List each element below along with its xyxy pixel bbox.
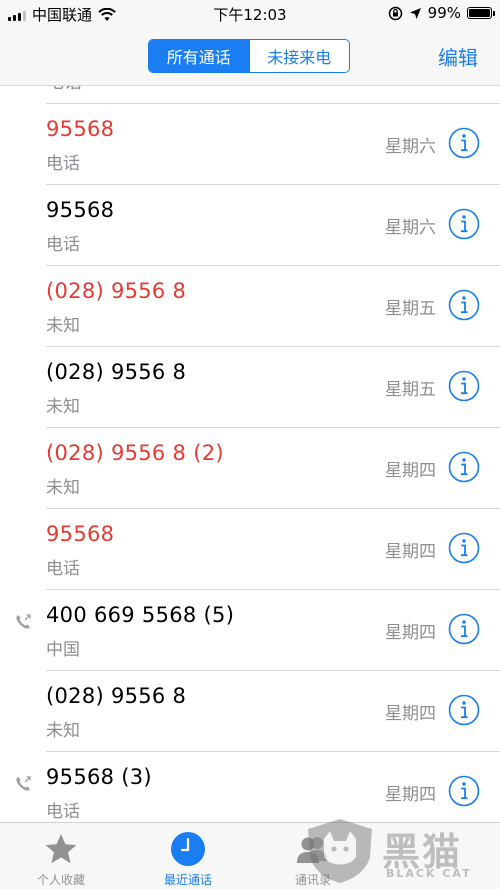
watermark-sub: BLACK CAT: [386, 867, 472, 880]
call-day: 星期六: [385, 218, 436, 238]
caller-label: 中国: [46, 640, 80, 660]
call-filter-segmented-control: 所有通话 未接来电: [148, 39, 350, 73]
info-icon[interactable]: [448, 532, 480, 564]
battery-icon: [467, 7, 495, 19]
caller-label: 电话: [46, 154, 80, 174]
caller-name: (028) 9556 8: [46, 279, 187, 303]
tab-recents[interactable]: 最近通话: [133, 823, 243, 889]
info-icon[interactable]: [448, 127, 480, 159]
tab-recents-label: 最近通话: [163, 873, 212, 887]
clock-icon: [171, 832, 205, 866]
black-cat-shield-logo: [308, 819, 372, 883]
call-day: 星期六: [385, 137, 436, 157]
caller-name: 400 669 5568 (5): [46, 603, 235, 627]
tab-bar: 个人收藏 最近通话 通讯录 黑猫 BLACK CAT: [0, 819, 500, 889]
call-row[interactable]: (028) 9556 8 (2) 未知 星期四: [0, 428, 500, 509]
caller-name: (028) 9556 8 (2): [46, 441, 224, 465]
outgoing-call-icon: [16, 776, 31, 791]
segment-all-calls[interactable]: 所有通话: [149, 40, 249, 72]
call-day: 星期四: [385, 623, 436, 643]
call-day: 星期四: [385, 461, 436, 481]
call-row[interactable]: 95568 电话 星期六: [0, 104, 500, 185]
caller-label: 电话: [46, 559, 80, 579]
info-icon[interactable]: [448, 694, 480, 726]
tab-favorites-label: 个人收藏: [36, 873, 85, 887]
call-day: 星期四: [385, 785, 436, 805]
info-icon[interactable]: [448, 370, 480, 402]
segment-missed-calls[interactable]: 未接来电: [248, 40, 349, 72]
caller-label: 电话: [46, 235, 80, 255]
star-icon: [45, 834, 77, 864]
edit-button[interactable]: 编辑: [438, 42, 478, 71]
caller-name: 95568: [46, 117, 115, 141]
battery-percent: 99%: [427, 4, 461, 22]
rotation-lock-icon: [388, 6, 402, 20]
outgoing-call-icon: [16, 614, 31, 629]
caller-label: 未知: [46, 478, 80, 498]
status-right: 99%: [388, 4, 495, 22]
caller-label: 未知: [46, 397, 80, 417]
call-row[interactable]: (028) 9556 8 未知 星期五: [0, 347, 500, 428]
caller-name: 95568: [46, 198, 115, 222]
call-day: 星期四: [385, 704, 436, 724]
caller-label: 未知: [46, 721, 80, 741]
info-icon[interactable]: [448, 775, 480, 807]
call-row[interactable]: (028) 9556 8 未知 星期四: [0, 671, 500, 752]
info-icon[interactable]: [448, 208, 480, 240]
caller-label: 未知: [46, 316, 80, 336]
recent-calls-list[interactable]: 电话 95568电话星期六95568电话星期六(028) 9556 8未知星期五…: [0, 86, 500, 822]
watermark: 黑猫 BLACK CAT: [304, 817, 494, 887]
call-row[interactable]: 400 669 5568 (5) 中国 星期四: [0, 590, 500, 671]
phone-screen: 中国联通 下午12:03 99% 所有通话 未接来电 编辑 95568 电话 星…: [0, 0, 500, 889]
info-icon[interactable]: [448, 289, 480, 321]
call-day: 星期五: [385, 299, 436, 319]
partial-caller-label: 电话: [46, 86, 82, 94]
caller-name: 95568: [46, 522, 115, 546]
caller-name: (028) 9556 8: [46, 684, 187, 708]
location-icon: [409, 7, 421, 19]
info-icon[interactable]: [448, 613, 480, 645]
partial-call-row[interactable]: 电话: [0, 86, 500, 104]
status-bar: 中国联通 下午12:03 99%: [0, 0, 500, 26]
call-day: 星期五: [385, 380, 436, 400]
battery-level: [469, 9, 490, 17]
navigation-bar: 所有通话 未接来电 编辑: [0, 26, 500, 86]
call-row[interactable]: 95568 (3) 电话 星期四: [0, 752, 500, 822]
call-row[interactable]: 95568 电话 星期四: [0, 509, 500, 590]
caller-name: 95568 (3): [46, 765, 152, 789]
call-row[interactable]: 95568 电话 星期六: [0, 185, 500, 266]
tab-favorites[interactable]: 个人收藏: [6, 823, 116, 889]
caller-name: (028) 9556 8: [46, 360, 187, 384]
call-day: 星期四: [385, 542, 436, 562]
caller-label: 电话: [46, 802, 80, 822]
call-row[interactable]: (028) 9556 8 未知 星期五: [0, 266, 500, 347]
info-icon[interactable]: [448, 451, 480, 483]
